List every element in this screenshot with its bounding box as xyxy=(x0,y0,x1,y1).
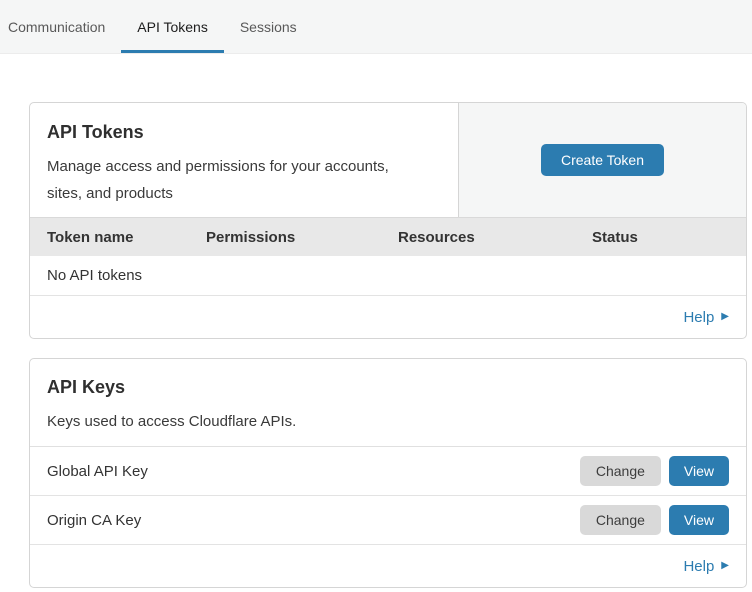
api-keys-card-header: API Keys Keys used to access Cloudflare … xyxy=(30,359,746,447)
api-key-name-global: Global API Key xyxy=(47,463,580,480)
help-arrow-icon: ▶ xyxy=(721,312,729,322)
tab-bar: Communication API Tokens Sessions xyxy=(0,0,752,54)
api-key-row-global: Global API Key Change View xyxy=(30,447,746,496)
api-tokens-description: Manage access and permissions for your a… xyxy=(47,153,412,207)
settings-content: API Tokens Manage access and permissions… xyxy=(0,54,752,588)
api-key-row-origin-ca: Origin CA Key Change View xyxy=(30,496,746,545)
help-link-label: Help xyxy=(683,558,714,575)
api-tokens-card: API Tokens Manage access and permissions… xyxy=(29,102,747,339)
api-tokens-card-action-panel: Create Token xyxy=(458,103,746,217)
token-table-header-row: Token name Permissions Resources Status xyxy=(30,217,746,256)
api-tokens-card-header-text: API Tokens Manage access and permissions… xyxy=(30,103,458,217)
create-token-button[interactable]: Create Token xyxy=(541,144,664,176)
column-header-token-name: Token name xyxy=(30,229,189,246)
empty-tokens-row: No API tokens xyxy=(30,256,746,296)
column-header-permissions: Permissions xyxy=(189,229,381,246)
tab-sessions[interactable]: Sessions xyxy=(224,0,313,53)
view-global-api-key-button[interactable]: View xyxy=(669,456,729,486)
api-keys-help-link[interactable]: Help ▶ xyxy=(683,558,729,575)
empty-tokens-message: No API tokens xyxy=(47,267,142,284)
api-keys-card-footer: Help ▶ xyxy=(30,545,746,587)
api-tokens-card-header: API Tokens Manage access and permissions… xyxy=(30,103,746,217)
api-tokens-card-footer: Help ▶ xyxy=(30,296,746,338)
help-link-label: Help xyxy=(683,309,714,326)
api-key-name-origin-ca: Origin CA Key xyxy=(47,512,580,529)
column-header-resources: Resources xyxy=(381,229,575,246)
tab-communication[interactable]: Communication xyxy=(0,0,121,53)
change-origin-ca-key-button[interactable]: Change xyxy=(580,505,661,535)
api-keys-card: API Keys Keys used to access Cloudflare … xyxy=(29,358,747,588)
tab-api-tokens[interactable]: API Tokens xyxy=(121,0,224,53)
help-arrow-icon: ▶ xyxy=(721,561,729,571)
change-global-api-key-button[interactable]: Change xyxy=(580,456,661,486)
api-tokens-title: API Tokens xyxy=(47,122,441,143)
api-keys-description: Keys used to access Cloudflare APIs. xyxy=(47,408,412,435)
view-origin-ca-key-button[interactable]: View xyxy=(669,505,729,535)
column-header-status: Status xyxy=(575,229,746,246)
api-keys-title: API Keys xyxy=(47,377,729,398)
api-tokens-help-link[interactable]: Help ▶ xyxy=(683,309,729,326)
